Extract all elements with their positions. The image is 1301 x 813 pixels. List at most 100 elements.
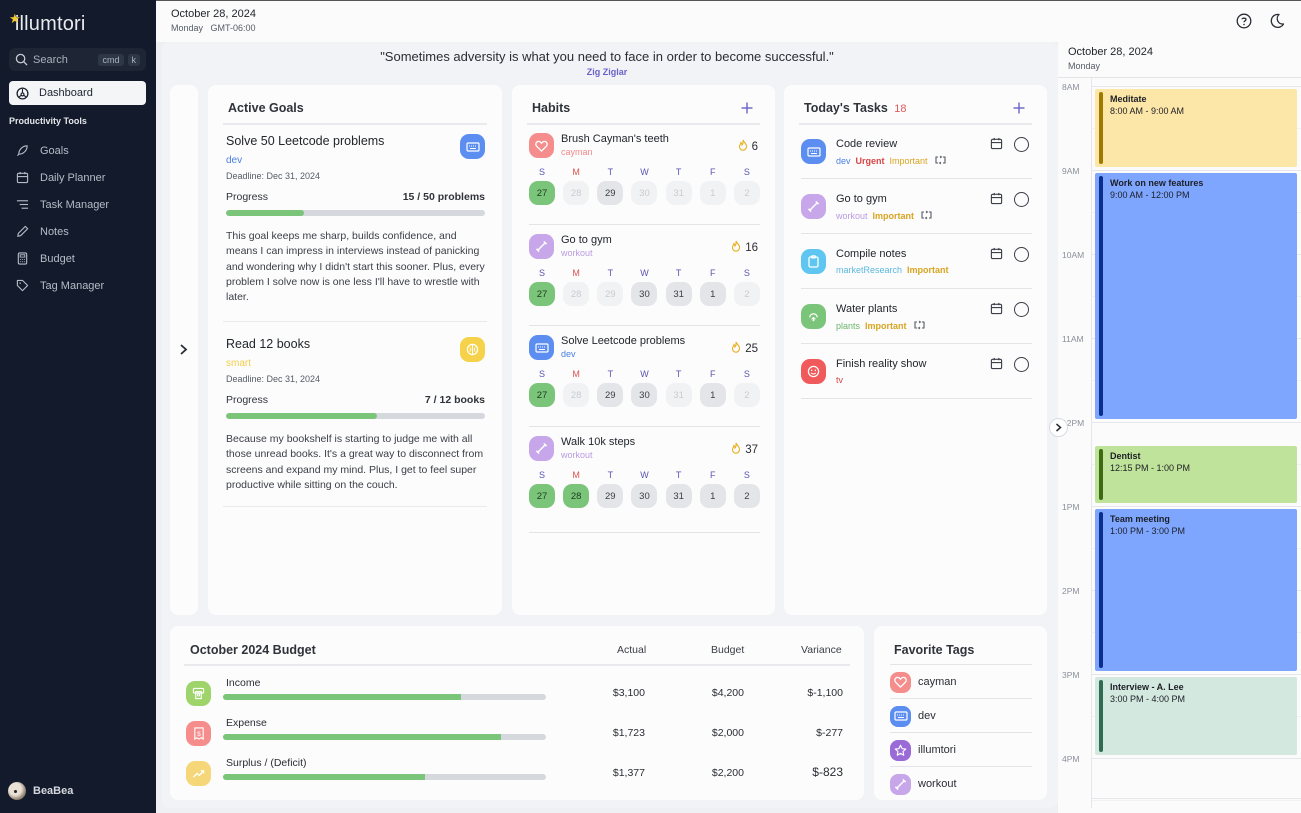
sidebar-item-label: Task Manager bbox=[40, 198, 110, 211]
divider bbox=[184, 664, 850, 666]
add-task-button[interactable] bbox=[1013, 102, 1025, 114]
task-item[interactable]: Compile notes marketResearch Important bbox=[801, 235, 1032, 289]
habit-day: T 31 bbox=[665, 470, 692, 508]
sidebar-item-notes[interactable]: Notes bbox=[16, 218, 109, 245]
task-complete-checkbox[interactable] bbox=[1014, 357, 1029, 372]
budget-row[interactable]: $ Expense $1,723 $2,000 $-277 bbox=[186, 717, 848, 753]
sidebar-item-label: Dashboard bbox=[39, 87, 93, 99]
calendar-event[interactable]: Meditate 8:00 AM - 9:00 AM bbox=[1095, 89, 1297, 167]
task-complete-checkbox[interactable] bbox=[1014, 137, 1029, 152]
habit-name[interactable]: Brush Cayman's teeth bbox=[561, 133, 669, 145]
favorite-tag-item[interactable]: dev bbox=[890, 699, 1032, 733]
habit-day-toggle[interactable]: 30 bbox=[631, 181, 658, 205]
sidebar-item-dashboard[interactable]: Dashboard bbox=[9, 81, 146, 105]
calendar-date: October 28, 2024 bbox=[1068, 46, 1154, 58]
habit-day: S 27 bbox=[529, 470, 555, 508]
event-time: 3:00 PM - 4:00 PM bbox=[1110, 694, 1186, 704]
habit-day-toggle[interactable]: 2 bbox=[733, 383, 760, 407]
habit-day-toggle[interactable]: 29 bbox=[597, 383, 624, 407]
favorite-tag-label: cayman bbox=[918, 676, 957, 688]
task-item[interactable]: Go to gym workout Important bbox=[801, 180, 1032, 234]
habit-day-toggle[interactable]: 2 bbox=[733, 484, 760, 508]
moon-icon[interactable] bbox=[1269, 13, 1285, 29]
task-complete-checkbox[interactable] bbox=[1014, 302, 1029, 317]
habit-day-toggle[interactable]: 30 bbox=[631, 282, 658, 306]
favorite-tag-item[interactable]: cayman bbox=[890, 665, 1032, 699]
calendar-event[interactable]: Interview - A. Lee 3:00 PM - 4:00 PM bbox=[1095, 677, 1297, 755]
habit-day-toggle[interactable]: 2 bbox=[733, 282, 760, 306]
calendar-event[interactable]: Work on new features 9:00 AM - 12:00 PM bbox=[1095, 173, 1297, 419]
app-logo[interactable]: ★illumtori bbox=[9, 11, 86, 36]
calendar-event[interactable]: Team meeting 1:00 PM - 3:00 PM bbox=[1095, 509, 1297, 671]
budget-row[interactable]: Surplus / (Deficit) $1,377 $2,200 $-823 bbox=[186, 757, 848, 793]
calendar-icon[interactable] bbox=[990, 302, 1003, 320]
budget-progress-fill bbox=[223, 774, 426, 780]
habit-day-toggle[interactable]: 31 bbox=[665, 282, 692, 306]
habit-day-toggle[interactable]: 1 bbox=[699, 383, 726, 407]
kbd-cmd: cmd bbox=[98, 53, 124, 66]
search-button[interactable]: Search cmd k bbox=[9, 48, 146, 71]
habit-day-toggle[interactable]: 1 bbox=[699, 282, 726, 306]
calendar-collapse-button[interactable] bbox=[1049, 418, 1068, 437]
sidebar-item-daily-planner[interactable]: Daily Planner bbox=[16, 164, 109, 191]
task-item[interactable]: Code review dev Urgent Important bbox=[801, 125, 1032, 179]
kbd-k: k bbox=[127, 53, 140, 66]
sidebar-item-budget[interactable]: Budget bbox=[16, 245, 109, 272]
goal-item[interactable]: Solve 50 Leetcode problems dev Deadline:… bbox=[226, 134, 485, 305]
task-complete-checkbox[interactable] bbox=[1014, 192, 1029, 207]
task-tag: plants bbox=[836, 321, 861, 331]
sidebar-item-task-manager[interactable]: Task Manager bbox=[16, 191, 109, 218]
habit-day-toggle[interactable]: 29 bbox=[597, 282, 624, 306]
habit-day-toggle[interactable]: 28 bbox=[563, 181, 590, 205]
user-profile[interactable]: BeaBea bbox=[8, 782, 73, 800]
habit-name[interactable]: Go to gym bbox=[561, 234, 612, 246]
habit-day-toggle[interactable]: 27 bbox=[529, 484, 555, 508]
avatar bbox=[8, 782, 26, 800]
calendar-icon[interactable] bbox=[990, 357, 1003, 375]
habit-day-toggle[interactable]: 31 bbox=[665, 484, 692, 508]
calendar-icon[interactable] bbox=[990, 137, 1003, 155]
habit-day-toggle[interactable]: 1 bbox=[699, 181, 726, 205]
task-tag: Important bbox=[907, 265, 949, 275]
calendar-event[interactable]: Dentist 12:15 PM - 1:00 PM bbox=[1095, 446, 1297, 503]
goal-item[interactable]: Read 12 books smart Deadline: Dec 31, 20… bbox=[226, 337, 485, 493]
flame-icon bbox=[731, 442, 741, 457]
calendar-icon[interactable] bbox=[990, 192, 1003, 210]
calendar-icon[interactable] bbox=[990, 247, 1003, 265]
favorite-tag-item[interactable]: workout bbox=[890, 767, 1032, 800]
task-item[interactable]: Finish reality show tv bbox=[801, 345, 1032, 399]
habit-name[interactable]: Walk 10k steps bbox=[561, 436, 635, 448]
favorite-tag-item[interactable]: illumtori bbox=[890, 733, 1032, 767]
add-habit-button[interactable] bbox=[741, 102, 753, 114]
habit-day-toggle[interactable]: 29 bbox=[597, 181, 624, 205]
task-item[interactable]: Water plants plants Important bbox=[801, 290, 1032, 344]
habit-day-toggle[interactable]: 30 bbox=[631, 383, 658, 407]
task-complete-checkbox[interactable] bbox=[1014, 247, 1029, 262]
habit-day-toggle[interactable]: 31 bbox=[665, 383, 692, 407]
progress-value: 7 / 12 books bbox=[424, 394, 485, 406]
habit-day: S 2 bbox=[733, 167, 760, 205]
habit-day-toggle[interactable]: 27 bbox=[529, 383, 555, 407]
sidebar-item-tag-manager[interactable]: Tag Manager bbox=[16, 272, 109, 299]
habit-day-toggle[interactable]: 2 bbox=[733, 181, 760, 205]
chevron-right-icon[interactable] bbox=[179, 344, 188, 355]
habit-day-toggle[interactable]: 28 bbox=[563, 383, 590, 407]
habit-day-toggle[interactable]: 27 bbox=[529, 181, 555, 205]
habit-day-toggle[interactable]: 1 bbox=[699, 484, 726, 508]
day-letter: W bbox=[640, 470, 649, 480]
habit-day-toggle[interactable]: 28 bbox=[563, 484, 590, 508]
habit-day-toggle[interactable]: 27 bbox=[529, 282, 555, 306]
help-icon[interactable] bbox=[1236, 13, 1252, 29]
habit-day-toggle[interactable]: 30 bbox=[631, 484, 658, 508]
habit-day-toggle[interactable]: 29 bbox=[597, 484, 624, 508]
budget-row[interactable]: Income $3,100 $4,200 $-1,100 bbox=[186, 677, 848, 713]
goal-progress-bar bbox=[226, 210, 485, 216]
habit-week: S 27 M 28 T 29 W 30 T 31 F 1 S 2 bbox=[529, 470, 760, 508]
habit-day: S 27 bbox=[529, 369, 555, 407]
habit-name[interactable]: Solve Leetcode problems bbox=[561, 335, 685, 347]
habit-day-toggle[interactable]: 31 bbox=[665, 181, 692, 205]
calendar-grid[interactable]: 8AM 9AM 10AM 11AM 12PM 1PM 2PM 3PM 4PM M… bbox=[1058, 77, 1301, 808]
sidebar-item-goals[interactable]: Goals bbox=[16, 137, 109, 164]
habit-day: M 28 bbox=[563, 268, 590, 306]
habit-day-toggle[interactable]: 28 bbox=[563, 282, 590, 306]
